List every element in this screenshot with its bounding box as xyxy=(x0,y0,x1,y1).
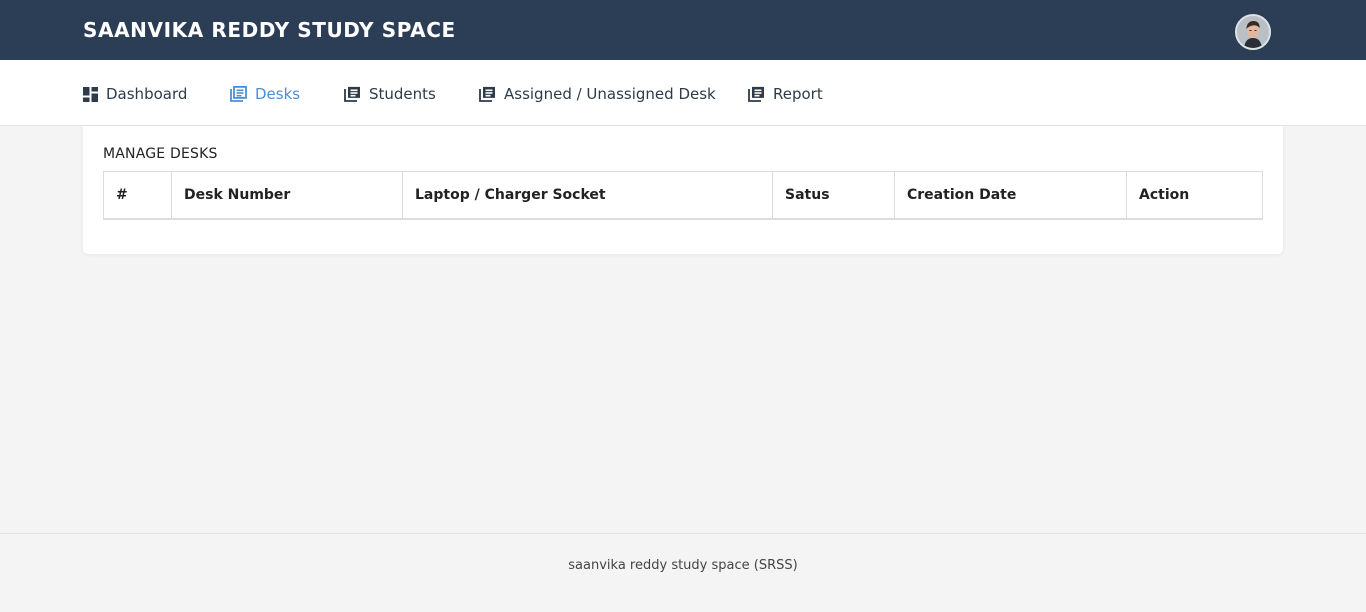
nav-label-assigned-unassigned-desk: Assigned / Unassigned Desk xyxy=(504,85,716,103)
nav-item-assigned-unassigned-desk[interactable]: Assigned / Unassigned Desk xyxy=(479,84,716,104)
nav-item-report[interactable]: Report xyxy=(748,84,823,104)
column-header-status[interactable]: Satus xyxy=(772,171,895,220)
library-books-icon xyxy=(344,86,360,102)
column-header-creation-date[interactable]: Creation Date xyxy=(894,171,1127,220)
main-navigation: Dashboard Desks Students Assigned / Unas… xyxy=(0,60,1366,126)
column-header-action[interactable]: Action xyxy=(1126,171,1263,220)
nav-label-dashboard: Dashboard xyxy=(106,85,188,103)
card-title: MANAGE DESKS xyxy=(103,146,218,162)
user-avatar-icon[interactable] xyxy=(1235,14,1271,50)
dashboard-grid-icon xyxy=(83,86,98,102)
nav-item-students[interactable]: Students xyxy=(344,84,436,104)
page-footer: saanvika reddy study space (SRSS) xyxy=(0,533,1366,612)
desks-table: # Desk Number Laptop / Charger Socket Sa… xyxy=(103,171,1263,220)
nav-label-desks: Desks xyxy=(255,85,301,103)
column-header-laptop-charger-socket[interactable]: Laptop / Charger Socket xyxy=(402,171,773,220)
nav-label-students: Students xyxy=(369,85,436,103)
manage-desks-card: MANAGE DESKS # Desk Number Laptop / Char… xyxy=(83,126,1283,254)
table-header-row: # Desk Number Laptop / Charger Socket Sa… xyxy=(103,171,1263,220)
column-header-desk-number[interactable]: Desk Number xyxy=(171,171,403,220)
library-books-icon xyxy=(748,86,764,102)
nav-item-dashboard[interactable]: Dashboard xyxy=(83,84,187,104)
column-header-number[interactable]: # xyxy=(103,171,172,220)
nav-label-report: Report xyxy=(773,85,823,103)
footer-text: saanvika reddy study space (SRSS) xyxy=(568,558,798,573)
library-books-icon xyxy=(230,86,247,102)
top-header: SAANVIKA REDDY STUDY SPACE xyxy=(0,0,1366,60)
library-books-icon xyxy=(479,86,495,102)
app-title[interactable]: SAANVIKA REDDY STUDY SPACE xyxy=(83,18,456,42)
avatar-portrait xyxy=(1237,16,1269,48)
nav-item-desks[interactable]: Desks xyxy=(230,84,300,104)
